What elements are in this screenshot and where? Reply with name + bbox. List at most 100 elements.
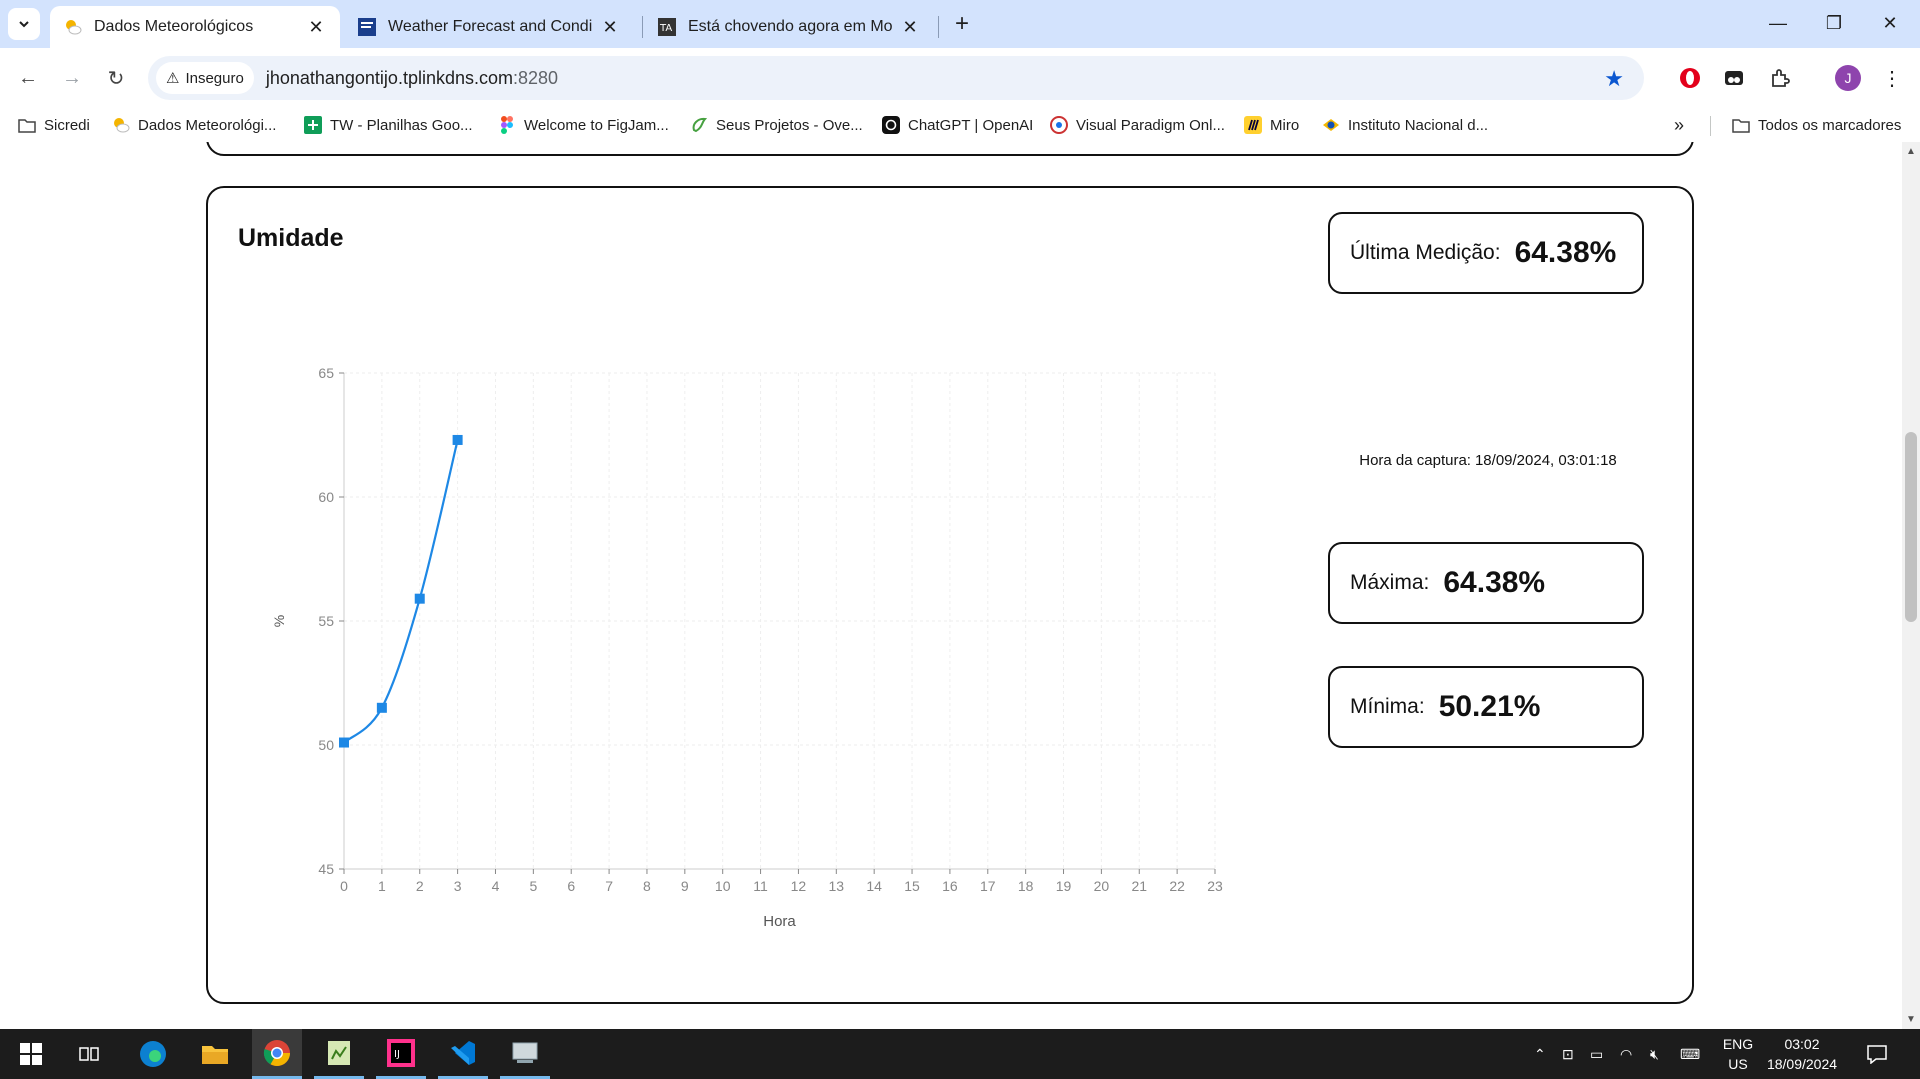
x-tick-label: 16	[942, 878, 958, 894]
bookmark-label: Instituto Nacional d...	[1348, 116, 1489, 134]
tab-title: Weather Forecast and Conditions	[388, 18, 592, 35]
x-axis-label: Hora	[763, 913, 796, 930]
last-measurement-box: Última Medição: 64.38%	[1328, 212, 1644, 294]
url-port: :8280	[513, 67, 559, 88]
file-explorer-icon[interactable]	[190, 1029, 240, 1079]
camera-icon[interactable]: ⊡	[1562, 1029, 1574, 1079]
tab-search-button[interactable]	[8, 8, 40, 40]
x-tick-label: 2	[416, 878, 424, 894]
extension-icon[interactable]	[1718, 62, 1750, 94]
avatar: J	[1835, 65, 1861, 91]
volume-muted-icon[interactable]: 🔇︎	[1650, 1029, 1659, 1079]
x-tick-label: 0	[340, 878, 348, 894]
y-tick-label: 55	[318, 613, 334, 629]
bookmark-tw-planilhas[interactable]: TW - Planilhas Goo...	[304, 114, 473, 136]
bookmark-miro[interactable]: Miro	[1244, 114, 1299, 136]
scrollbar-thumb[interactable]	[1905, 432, 1917, 622]
x-tick-label: 18	[1018, 878, 1034, 894]
opera-extension-icon[interactable]	[1674, 62, 1706, 94]
overleaf-icon	[690, 116, 708, 134]
all-bookmarks-button[interactable]: Todos os marcadores	[1732, 114, 1901, 136]
back-button[interactable]: ←	[12, 62, 44, 94]
bookmark-label: Dados Meteorológi...	[138, 116, 277, 134]
sheets-icon	[304, 116, 322, 134]
battery-icon[interactable]: ▭	[1590, 1029, 1603, 1079]
profile-button[interactable]: J	[1832, 62, 1864, 94]
tab-strip: Dados Meteorológicos ✕ Weather Forecast …	[0, 0, 1920, 48]
tab-dados-meteorologicos[interactable]: Dados Meteorológicos ✕	[50, 6, 340, 48]
show-hidden-icons-chevron-icon[interactable]: ⌃	[1534, 1029, 1546, 1079]
x-tick-label: 20	[1094, 878, 1110, 894]
menu-kebab-icon[interactable]: ⋮	[1876, 62, 1908, 94]
bookmark-star-icon[interactable]: ★	[1604, 66, 1624, 92]
page-scrollbar[interactable]: ▲ ▼	[1902, 142, 1920, 1029]
x-tick-label: 5	[529, 878, 537, 894]
x-tick-label: 1	[378, 878, 386, 894]
windows-start-icon[interactable]	[6, 1029, 56, 1079]
x-tick-label: 22	[1169, 878, 1185, 894]
intellij-icon[interactable]: IJ	[376, 1029, 426, 1079]
notepad-icon[interactable]	[314, 1029, 364, 1079]
last-measurement-value: 64.38%	[1514, 236, 1617, 269]
tab-title: Está chovendo agora em Montes Claros	[688, 18, 892, 35]
x-tick-label: 23	[1207, 878, 1223, 894]
y-axis-label: %	[271, 615, 287, 627]
notifications-icon[interactable]	[1866, 1029, 1888, 1079]
minimum-box: Mínima: 50.21%	[1328, 666, 1644, 748]
y-tick-label: 65	[318, 365, 334, 381]
extensions-puzzle-icon[interactable]	[1764, 62, 1796, 94]
wifi-icon[interactable]: ◠	[1620, 1029, 1632, 1079]
close-window-button[interactable]: ✕	[1870, 8, 1910, 38]
maximum-box: Máxima: 64.38%	[1328, 542, 1644, 624]
url-text[interactable]: jhonathangontijo.tplinkdns.com:8280	[266, 68, 558, 89]
bookmark-chatgpt[interactable]: ChatGPT | OpenAI	[882, 114, 1033, 136]
remote-app-icon[interactable]	[500, 1029, 550, 1079]
maximum-value: 64.38%	[1443, 566, 1546, 599]
bookmark-instituto-nacional[interactable]: Instituto Nacional d...	[1322, 114, 1488, 136]
chevron-down-icon	[19, 21, 29, 28]
keyboard-icon[interactable]: ⌨	[1680, 1029, 1700, 1079]
previous-card	[206, 142, 1694, 156]
last-measurement-label: Última Medição:	[1350, 241, 1501, 264]
chrome-browser-icon[interactable]	[252, 1029, 302, 1079]
edge-browser-icon[interactable]	[128, 1029, 178, 1079]
input-language[interactable]: ENG US	[1720, 1034, 1756, 1074]
scroll-down-arrow-icon[interactable]: ▼	[1906, 1014, 1916, 1025]
system-clock[interactable]: 03:02 18/09/2024	[1760, 1034, 1844, 1074]
restore-button[interactable]: ❐	[1814, 8, 1854, 38]
x-tick-label: 14	[866, 878, 882, 894]
minimum-label: Mínima:	[1350, 695, 1425, 718]
tab-chovendo-agora[interactable]: TA Está chovendo agora em Montes Claros …	[644, 6, 934, 48]
x-tick-label: 21	[1131, 878, 1147, 894]
address-bar[interactable]: ⚠ Inseguro jhonathangontijo.tplinkdns.co…	[148, 56, 1644, 100]
climatempo-icon: TA	[658, 18, 676, 36]
gov-br-icon	[1322, 116, 1340, 134]
close-tab-icon[interactable]: ✕	[900, 17, 920, 37]
bookmark-visual-paradigm[interactable]: Visual Paradigm Onl...	[1050, 114, 1225, 136]
bookmark-sicredi[interactable]: Sicredi	[18, 114, 90, 136]
minimize-button[interactable]: —	[1758, 8, 1798, 38]
bookmark-figjam[interactable]: Welcome to FigJam...	[498, 114, 669, 136]
browser-toolbar: ← → ↻ ⚠ Inseguro jhonathangontijo.tplink…	[0, 48, 1920, 108]
new-tab-button[interactable]: +	[948, 10, 976, 38]
close-tab-icon[interactable]: ✕	[306, 17, 326, 37]
bookmark-label: Seus Projetos - Ove...	[716, 116, 863, 134]
x-tick-label: 19	[1056, 878, 1072, 894]
bookmarks-overflow-chevron-icon[interactable]: »	[1674, 114, 1684, 136]
bookmark-dados[interactable]: Dados Meteorológi...	[112, 114, 276, 136]
task-view-icon[interactable]	[64, 1029, 114, 1079]
x-tick-label: 11	[753, 878, 768, 894]
forward-button[interactable]: →	[56, 62, 88, 94]
reload-button[interactable]: ↻	[100, 62, 132, 94]
miro-icon	[1244, 116, 1262, 134]
scroll-up-arrow-icon[interactable]: ▲	[1906, 146, 1916, 157]
bookmark-seus-projetos[interactable]: Seus Projetos - Ove...	[690, 114, 863, 136]
url-host: jhonathangontijo.tplinkdns.com	[265, 67, 513, 88]
tab-title: Dados Meteorológicos	[94, 18, 254, 35]
close-tab-icon[interactable]: ✕	[600, 17, 620, 37]
security-label: Inseguro	[185, 69, 244, 87]
security-chip[interactable]: ⚠ Inseguro	[156, 62, 254, 94]
x-tick-label: 10	[715, 878, 731, 894]
vscode-icon[interactable]	[438, 1029, 488, 1079]
tab-weather-forecast[interactable]: Weather Forecast and Conditions ✕	[344, 6, 634, 48]
